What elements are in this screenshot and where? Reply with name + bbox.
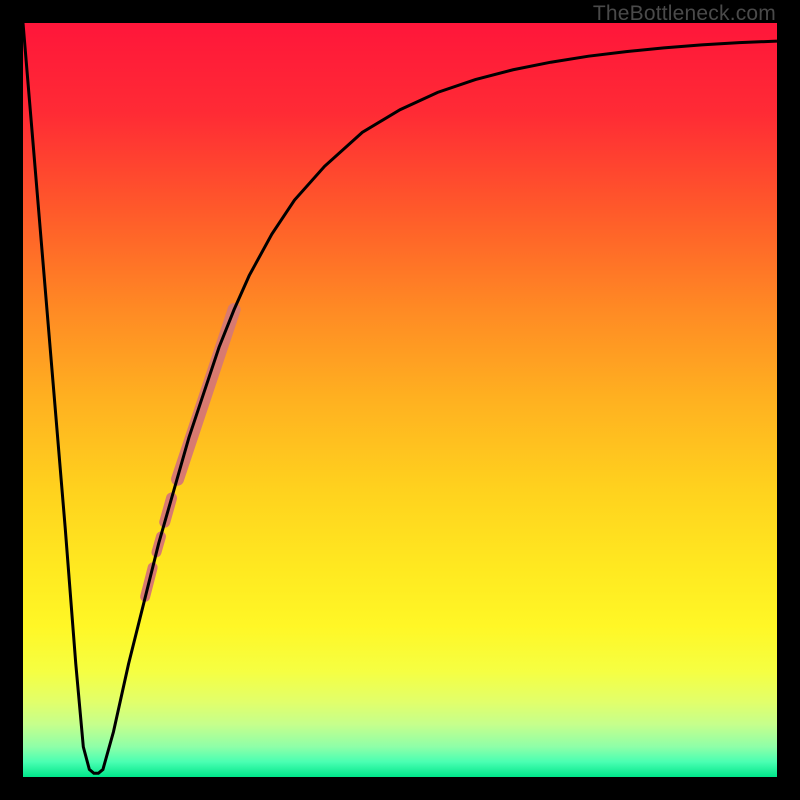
chart-container: TheBottleneck.com [0, 0, 800, 800]
watermark: TheBottleneck.com [593, 2, 776, 26]
plot-area [23, 23, 777, 777]
curve-layer [23, 23, 777, 777]
main-curve [23, 23, 777, 773]
highlight-region [145, 310, 234, 597]
